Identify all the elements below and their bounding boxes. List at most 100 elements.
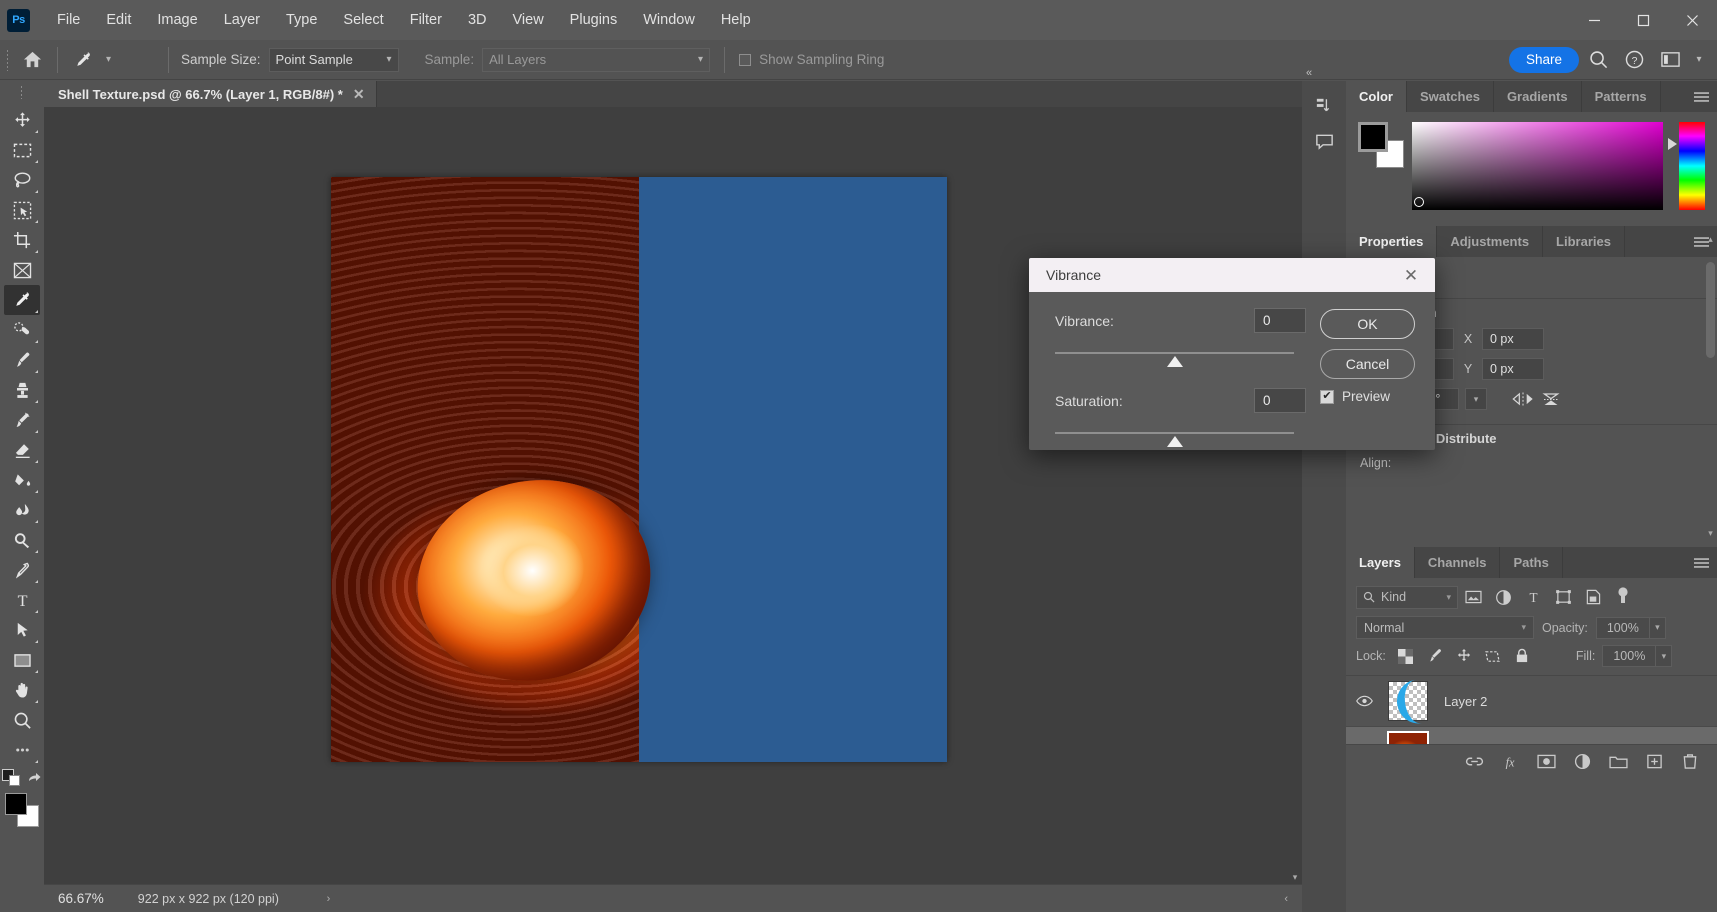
- flip-vertical-icon[interactable]: [1541, 390, 1561, 408]
- hue-slider[interactable]: [1679, 122, 1705, 210]
- preview-checkbox[interactable]: ✔ Preview: [1320, 389, 1435, 404]
- foreground-color-swatch[interactable]: [5, 793, 27, 815]
- smart-object-filter-icon[interactable]: [1578, 585, 1608, 609]
- edit-toolbar-tool[interactable]: [4, 735, 40, 765]
- options-bar-grip[interactable]: [6, 49, 10, 71]
- pen-tool[interactable]: [4, 555, 40, 585]
- flip-horizontal-icon[interactable]: [1511, 391, 1535, 407]
- status-collapse-icon[interactable]: ‹: [1270, 893, 1302, 905]
- color-panel-swatches[interactable]: [1358, 122, 1406, 168]
- layer-visibility-toggle[interactable]: [1346, 695, 1382, 707]
- panel-menu-icon[interactable]: [1694, 81, 1709, 112]
- color-spectrum-field[interactable]: [1412, 122, 1663, 210]
- menu-filter[interactable]: Filter: [397, 0, 455, 40]
- menu-3d[interactable]: 3D: [455, 0, 500, 40]
- close-window-button[interactable]: [1668, 0, 1717, 40]
- help-icon[interactable]: ?: [1617, 43, 1651, 77]
- search-icon[interactable]: [1581, 43, 1615, 77]
- zoom-tool[interactable]: [4, 705, 40, 735]
- eraser-tool[interactable]: [4, 435, 40, 465]
- lock-artboard-icon[interactable]: [1482, 646, 1504, 666]
- spot-healing-brush-tool[interactable]: [4, 315, 40, 345]
- tab-libraries[interactable]: Libraries: [1543, 226, 1625, 257]
- home-icon[interactable]: [15, 43, 49, 77]
- pixel-filter-icon[interactable]: [1458, 585, 1488, 609]
- link-layers-icon[interactable]: [1463, 751, 1485, 773]
- zoom-level[interactable]: 66.67%: [44, 891, 114, 906]
- canvas-vertical-scrollbar[interactable]: ▾: [1288, 133, 1302, 898]
- path-selection-tool[interactable]: [4, 615, 40, 645]
- fill-control[interactable]: 100% ▾: [1602, 645, 1672, 667]
- blend-mode-select[interactable]: Normal ▾: [1356, 616, 1534, 639]
- type-filter-icon[interactable]: T: [1518, 585, 1548, 609]
- history-icon[interactable]: [1306, 87, 1342, 123]
- dialog-title-bar[interactable]: Vibrance ✕: [1029, 258, 1435, 292]
- vibrance-input[interactable]: 0: [1254, 308, 1306, 333]
- tab-layers[interactable]: Layers: [1346, 547, 1415, 578]
- tab-properties[interactable]: Properties: [1346, 226, 1437, 257]
- menu-file[interactable]: File: [44, 0, 93, 40]
- new-group-icon[interactable]: [1607, 751, 1629, 773]
- vibrance-dialog[interactable]: Vibrance ✕ Vibrance: 0 Saturation: 0: [1029, 258, 1435, 450]
- gradient-tool[interactable]: [4, 465, 40, 495]
- tab-gradients[interactable]: Gradients: [1494, 81, 1582, 112]
- hand-tool[interactable]: [4, 675, 40, 705]
- rectangular-marquee-tool[interactable]: [4, 135, 40, 165]
- panel-menu-icon[interactable]: [1694, 547, 1709, 578]
- eyedropper-tool[interactable]: [4, 285, 40, 315]
- clone-stamp-tool[interactable]: [4, 375, 40, 405]
- tab-channels[interactable]: Channels: [1415, 547, 1501, 578]
- menu-plugins[interactable]: Plugins: [557, 0, 631, 40]
- canvas-viewport[interactable]: ▾: [44, 107, 1302, 912]
- layer-name[interactable]: Layer 2: [1434, 694, 1487, 709]
- maximize-button[interactable]: [1619, 0, 1668, 40]
- tab-patterns[interactable]: Patterns: [1582, 81, 1661, 112]
- scroll-up-arrow-icon[interactable]: ▴: [1706, 234, 1715, 245]
- lock-all-icon[interactable]: [1511, 646, 1533, 666]
- crop-tool[interactable]: [4, 225, 40, 255]
- properties-scrollbar[interactable]: ▴ ▾: [1706, 234, 1715, 539]
- history-brush-tool[interactable]: [4, 405, 40, 435]
- comments-icon[interactable]: [1306, 123, 1342, 159]
- saturation-slider[interactable]: [1055, 432, 1294, 450]
- adjustment-layer-icon[interactable]: [1571, 751, 1593, 773]
- show-sampling-ring-checkbox[interactable]: Show Sampling Ring: [739, 52, 884, 67]
- screen-mode-icon[interactable]: [26, 770, 42, 786]
- slider-handle[interactable]: [1167, 436, 1183, 447]
- filter-toggle-switch[interactable]: [1608, 585, 1638, 609]
- lasso-tool[interactable]: [4, 165, 40, 195]
- close-icon[interactable]: ✕: [1397, 261, 1425, 289]
- new-layer-icon[interactable]: [1643, 751, 1665, 773]
- tab-adjustments[interactable]: Adjustments: [1437, 226, 1543, 257]
- menu-select[interactable]: Select: [330, 0, 396, 40]
- table-row[interactable]: Layer 2: [1346, 676, 1717, 727]
- document-tab[interactable]: Shell Texture.psd @ 66.7% (Layer 1, RGB/…: [44, 81, 377, 107]
- delete-layer-icon[interactable]: [1679, 751, 1701, 773]
- lock-transparent-pixels-icon[interactable]: [1395, 646, 1417, 666]
- canvas-image[interactable]: [331, 177, 947, 762]
- close-icon[interactable]: ✕: [353, 87, 365, 101]
- eyedropper-icon[interactable]: [66, 43, 100, 77]
- collapse-dock-icon[interactable]: «: [1306, 67, 1312, 79]
- menu-edit[interactable]: Edit: [93, 0, 144, 40]
- x-input[interactable]: 0 px: [1482, 328, 1544, 350]
- foreground-color-swatch[interactable]: [1358, 122, 1388, 152]
- tool-preset-caret[interactable]: ▾: [100, 48, 160, 72]
- share-button[interactable]: Share: [1509, 47, 1579, 73]
- move-tool[interactable]: [4, 105, 40, 135]
- sample-size-select[interactable]: Point Sample ▾: [269, 48, 399, 72]
- dodge-tool[interactable]: [4, 525, 40, 555]
- angle-dropdown[interactable]: ▾: [1465, 388, 1487, 410]
- blur-tool[interactable]: [4, 495, 40, 525]
- tab-paths[interactable]: Paths: [1500, 547, 1562, 578]
- status-expand-icon[interactable]: ›: [313, 893, 1271, 905]
- minimize-button[interactable]: [1570, 0, 1619, 40]
- shape-filter-icon[interactable]: [1548, 585, 1578, 609]
- toolbar-grip[interactable]: [20, 85, 24, 99]
- brush-tool[interactable]: [4, 345, 40, 375]
- menu-image[interactable]: Image: [144, 0, 210, 40]
- quick-mask-icon[interactable]: [2, 769, 22, 787]
- slider-handle[interactable]: [1167, 356, 1183, 367]
- saturation-input[interactable]: 0: [1254, 388, 1306, 413]
- lock-position-icon[interactable]: [1453, 646, 1475, 666]
